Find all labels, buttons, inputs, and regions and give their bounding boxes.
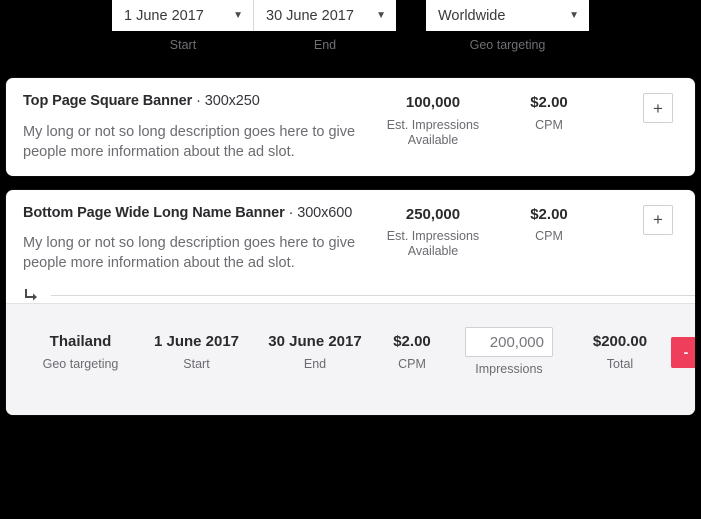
ad-slot-cpm-label: CPM [535, 229, 563, 244]
filter-bar: 1 June 2017 ▼ 30 June 2017 ▼ Start End W… [0, 0, 701, 78]
geo-targeting-value: Worldwide [438, 7, 506, 24]
start-date-label: Start [169, 38, 197, 52]
ad-slot-description: My long or not so long description goes … [23, 235, 356, 272]
ad-slot-separator: · [288, 204, 294, 221]
ad-slot-cpm-value: $2.00 [530, 205, 568, 223]
ad-slot-name: Top Page Square Banner [23, 93, 193, 109]
booking-total-cell: $200.00 Total [569, 333, 671, 372]
geo-targeting-select[interactable]: Worldwide ▼ [426, 0, 589, 31]
booking-geo-value: Thailand [49, 332, 112, 350]
ad-slot-impressions-metric: 100,000 Est. Impressions Available [363, 92, 503, 148]
booking-row: Thailand Geo targeting 1 June 2017 Start… [6, 303, 695, 416]
ad-slot-cpm-metric: $2.00 CPM [503, 204, 595, 245]
ad-slot-card-body: Top Page Square Banner · 300x250 My long… [6, 78, 695, 176]
date-range-labels: Start End [112, 38, 396, 52]
ad-slot-action-cell: + [595, 92, 681, 123]
geo-label-wrapper: Geo targeting [426, 38, 589, 52]
booking-total-label: Total [606, 356, 634, 371]
date-range-selects: 1 June 2017 ▼ 30 June 2017 ▼ [112, 0, 396, 31]
ad-slot-title: Top Page Square Banner · 300x250 [23, 92, 363, 112]
ad-slot-impressions-label: Est. Impressions Available [386, 117, 480, 147]
chevron-down-icon: ▼ [569, 9, 579, 21]
ad-slot-impressions-metric: 250,000 Est. Impressions Available [363, 204, 503, 260]
ad-slot-impressions-value: 100,000 [405, 94, 461, 111]
ad-slot-cpm-value: $2.00 [530, 94, 568, 111]
ad-slot-card: Top Page Square Banner · 300x250 My long… [6, 78, 695, 176]
booking-start-label: Start [183, 356, 210, 371]
ad-slot-info: Top Page Square Banner · 300x250 My long… [23, 92, 363, 162]
booking-expand-header [6, 287, 695, 303]
booking-end-cell: 30 June 2017 End [255, 333, 375, 372]
geo-targeting-filter: Worldwide ▼ Geo targeting [426, 0, 589, 52]
start-date-value: 1 June 2017 [124, 7, 204, 24]
booking-impressions-label: Impressions [475, 362, 543, 377]
booking-cpm-cell: $2.00 CPM [375, 333, 449, 372]
end-date-select[interactable]: 30 June 2017 ▼ [254, 0, 396, 31]
booking-end-value: 30 June 2017 [268, 332, 362, 350]
booking-remove-cell: - [671, 336, 695, 368]
booking-geo-cell: Thailand Geo targeting [23, 333, 138, 372]
end-date-label: End [313, 38, 337, 52]
ad-slot-cpm-metric: $2.00 CPM [503, 92, 595, 133]
add-ad-slot-button[interactable]: + [643, 204, 673, 235]
geo-select-wrapper: Worldwide ▼ [426, 0, 589, 31]
ad-slot-action-cell: + [595, 204, 681, 235]
booking-geo-label: Geo targeting [42, 356, 119, 371]
remove-booking-button[interactable]: - [671, 336, 695, 368]
booking-cpm-value: $2.00 [393, 332, 431, 350]
booking-start-cell: 1 June 2017 Start [138, 333, 255, 372]
add-ad-slot-button[interactable]: + [643, 93, 673, 123]
booking-total-value: $200.00 [592, 332, 648, 350]
impressions-input[interactable] [465, 327, 553, 358]
arrow-turn-down-right-icon [23, 287, 39, 303]
end-date-value: 30 June 2017 [266, 7, 354, 24]
ad-slot-title: Bottom Page Wide Long Name Banner · 300x… [23, 204, 363, 224]
ad-slot-description: My long or not so long description goes … [23, 123, 356, 160]
ad-slot-impressions-label: Est. Impressions Available [386, 229, 480, 259]
date-range-filter: 1 June 2017 ▼ 30 June 2017 ▼ Start End [112, 0, 396, 52]
booking-impressions-cell: Impressions [449, 327, 569, 377]
ad-slot-dimensions: 300x250 [204, 93, 260, 109]
ad-slot-info: Bottom Page Wide Long Name Banner · 300x… [23, 204, 363, 274]
ad-slot-card: Bottom Page Wide Long Name Banner · 300x… [6, 189, 695, 416]
chevron-down-icon: ▼ [233, 9, 243, 21]
ad-slot-cpm-label: CPM [535, 117, 563, 132]
booking-end-label: End [303, 356, 327, 371]
geo-targeting-label: Geo targeting [469, 38, 546, 52]
chevron-down-icon: ▼ [376, 9, 386, 21]
booking-divider [51, 294, 695, 296]
ad-slot-name: Bottom Page Wide Long Name Banner [23, 204, 285, 221]
ad-slot-separator: · [196, 93, 201, 109]
booking-start-value: 1 June 2017 [153, 332, 240, 350]
ad-slot-dimensions: 300x600 [297, 204, 353, 221]
ad-slot-impressions-value: 250,000 [405, 205, 461, 223]
booking-cpm-label: CPM [398, 356, 426, 371]
ad-slot-card-body: Bottom Page Wide Long Name Banner · 300x… [6, 190, 695, 288]
start-date-select[interactable]: 1 June 2017 ▼ [112, 0, 254, 31]
ad-slot-list: Top Page Square Banner · 300x250 My long… [0, 78, 701, 416]
